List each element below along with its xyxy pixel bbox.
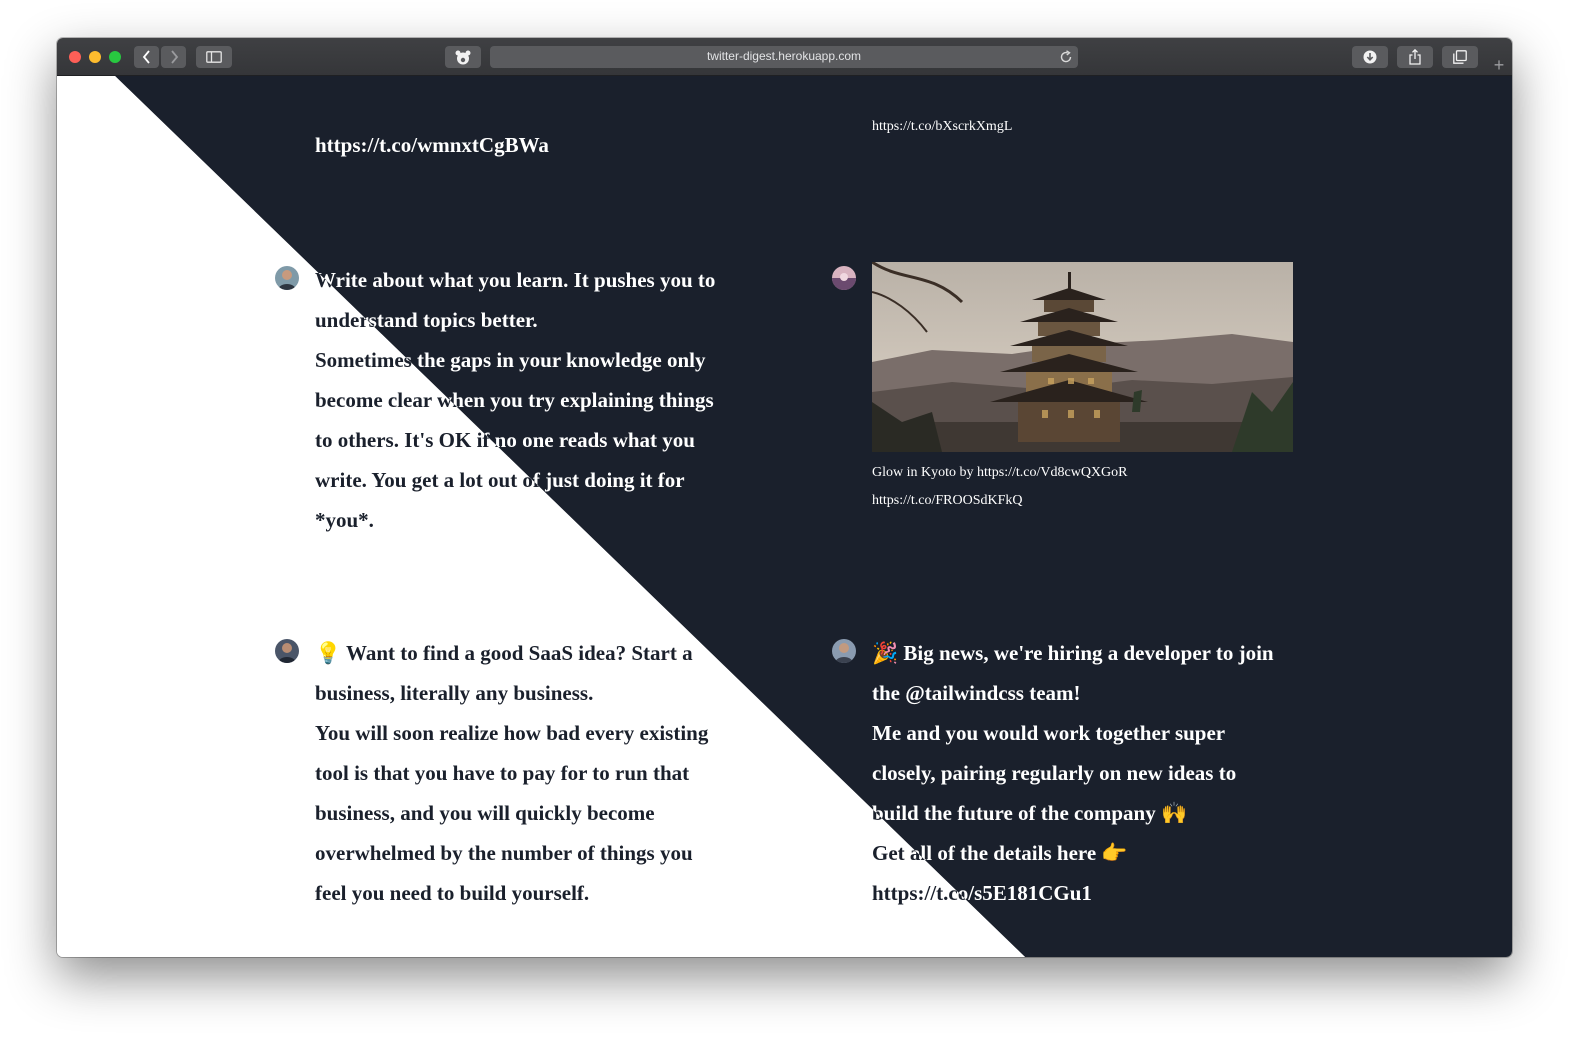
- caption-line[interactable]: https://t.co/FROOSdKFkQ: [872, 487, 1128, 515]
- chevron-left-icon: [142, 50, 150, 64]
- sidebar-button[interactable]: [196, 46, 232, 68]
- bear-icon: [455, 50, 471, 64]
- avatar[interactable]: [832, 639, 856, 663]
- sidebar-icon: [206, 51, 222, 63]
- share-button[interactable]: [1397, 46, 1433, 68]
- tabs-overview-button[interactable]: [1442, 46, 1478, 68]
- tweet-caption: Glow in Kyoto by https://t.co/Vd8cwQXGoR…: [872, 459, 1128, 515]
- tweet-line: business, literally any business.: [315, 681, 594, 705]
- tweet-line: You will soon realize how bad every exis…: [315, 721, 709, 745]
- tweet-line: feel you need to build yourself.: [315, 881, 590, 905]
- plus-icon[interactable]: +: [1488, 54, 1510, 76]
- tweet-line: closely, pairing regularly on new ideas …: [872, 761, 1237, 785]
- zoom-window-button[interactable]: [109, 51, 121, 63]
- forward-button[interactable]: [161, 46, 186, 68]
- tweet-line: overwhelmed by the number of things you: [315, 841, 693, 865]
- url-text: twitter-digest.herokuapp.com: [706, 49, 862, 63]
- close-window-button[interactable]: [69, 51, 81, 63]
- reload-icon[interactable]: [1059, 50, 1073, 64]
- address-bar[interactable]: twitter-digest.herokuapp.com: [490, 46, 1078, 68]
- chevron-right-icon: [170, 50, 178, 64]
- tweet-line: 🎉 Big news, we're hiring a developer to …: [872, 641, 1274, 665]
- tweet-link[interactable]: https://t.co/bXscrkXmgL: [872, 113, 1012, 141]
- tweet-line: tool is that you have to pay for to run …: [315, 761, 690, 785]
- caption-line[interactable]: Glow in Kyoto by https://t.co/Vd8cwQXGoR: [872, 459, 1128, 487]
- tweet-line: the @tailwindcss team!: [872, 681, 1081, 705]
- extension-button[interactable]: [445, 46, 481, 68]
- tweet-line: Me and you would work together super: [872, 721, 1226, 745]
- minimize-window-button[interactable]: [89, 51, 101, 63]
- tweet-line: build the future of the company 🙌: [872, 801, 1188, 825]
- download-icon: [1363, 50, 1377, 64]
- browser-window: twitter-digest.herokuapp.com + https://t…: [57, 38, 1512, 957]
- browser-toolbar: twitter-digest.herokuapp.com +: [57, 38, 1512, 76]
- avatar[interactable]: [275, 639, 299, 663]
- page-content: https://t.co/wmnxtCgBWa https://t.co/bXs…: [57, 76, 1512, 957]
- avatar[interactable]: [275, 266, 299, 290]
- tweet-image[interactable]: [872, 262, 1293, 452]
- navigation-buttons: [134, 46, 186, 68]
- downloads-button[interactable]: [1352, 46, 1388, 68]
- tabs-icon: [1453, 50, 1467, 64]
- tweet-link-text[interactable]: https://t.co/wmnxtCgBWa: [315, 125, 549, 165]
- tweet-line: 💡 Want to find a good SaaS idea? Start a: [315, 641, 693, 665]
- tweet-link-text[interactable]: https://t.co/bXscrkXmgL: [872, 113, 1012, 141]
- tweet-body: 💡 Want to find a good SaaS idea? Start a…: [315, 633, 708, 913]
- share-icon: [1409, 49, 1421, 65]
- tweet-line: business, and you will quickly become: [315, 801, 655, 825]
- tweet-line: Write about what you learn. It pushes yo…: [315, 268, 716, 292]
- tweet-line: Get all of the details here 👉: [872, 841, 1128, 865]
- tweet-link[interactable]: https://t.co/wmnxtCgBWa: [315, 125, 549, 165]
- avatar[interactable]: [832, 266, 856, 290]
- back-button[interactable]: [134, 46, 159, 68]
